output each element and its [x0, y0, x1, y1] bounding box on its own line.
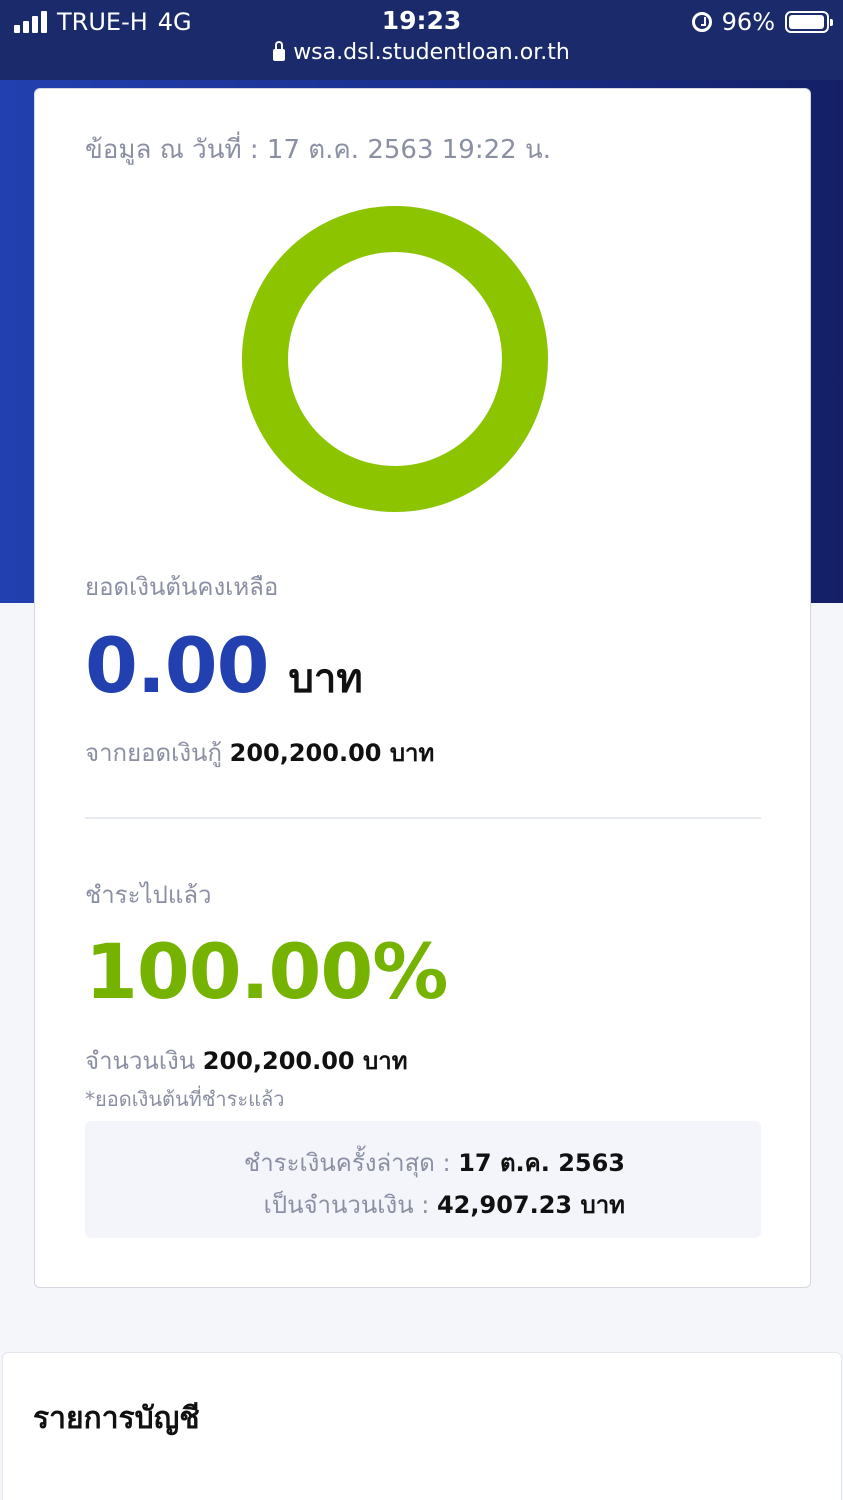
last-payment-amount-label: เป็นจำนวนเงิน :: [263, 1191, 430, 1219]
url-text: wsa.dsl.studentloan.or.th: [293, 40, 570, 65]
paid-label: ชำระไปแล้ว: [85, 881, 212, 909]
paid-amount-row: จำนวนเงิน 200,200.00 บาท: [85, 1041, 408, 1080]
lock-icon: [273, 41, 286, 61]
accounts-title: รายการบัญชี: [33, 1401, 200, 1436]
last-payment-date-row: ชำระเงินครั้งล่าสุด : 17 ต.ค. 2563: [85, 1143, 625, 1182]
accounts-card: รายการบัญชี: [2, 1352, 842, 1500]
divider: [85, 817, 761, 819]
alarm-icon: [691, 12, 712, 32]
loan-total-label: จากยอดเงินกู้: [85, 739, 222, 767]
paid-note: *ยอดเงินต้นที่ชำระแล้ว: [85, 1087, 285, 1111]
paid-percent: 100.00%: [85, 927, 448, 1016]
last-payment-date-value: 17 ต.ค. 2563: [458, 1149, 625, 1177]
remaining-principal-label: ยอดเงินต้นคงเหลือ: [85, 573, 279, 601]
remaining-principal-value: 0.00: [85, 621, 270, 710]
last-payment-box: ชำระเงินครั้งล่าสุด : 17 ต.ค. 2563 เป็นจ…: [85, 1121, 761, 1238]
as-of-date: ข้อมูล ณ วันที่ : 17 ต.ค. 2563 19:22 น.: [85, 135, 551, 165]
donut-paid-arc: [242, 206, 548, 512]
battery-icon: [785, 11, 833, 33]
paid-amount-value: 200,200.00 บาท: [202, 1047, 408, 1075]
url-bar[interactable]: wsa.dsl.studentloan.or.th: [0, 40, 843, 65]
status-bar: TRUE-H 4G 19:23 96% wsa.dsl.studentloan.…: [0, 0, 843, 80]
last-payment-date-label: ชำระเงินครั้งล่าสุด :: [243, 1149, 451, 1177]
loan-summary-card: ข้อมูล ณ วันที่ : 17 ต.ค. 2563 19:22 น. …: [34, 88, 811, 1288]
paid-amount-label: จำนวนเงิน: [85, 1047, 196, 1075]
last-payment-amount-value: 42,907.23 บาท: [436, 1191, 625, 1219]
loan-total-value: 200,200.00 บาท: [229, 739, 435, 767]
loan-total-row: จากยอดเงินกู้ 200,200.00 บาท: [85, 733, 434, 772]
repayment-donut-chart: [242, 206, 548, 512]
battery-percent: 96%: [721, 8, 775, 36]
last-payment-amount-row: เป็นจำนวนเงิน : 42,907.23 บาท: [85, 1185, 625, 1224]
remaining-principal-row: 0.00 บาท: [85, 621, 363, 710]
status-right: 96%: [691, 8, 833, 36]
remaining-principal-unit: บาท: [288, 656, 363, 702]
